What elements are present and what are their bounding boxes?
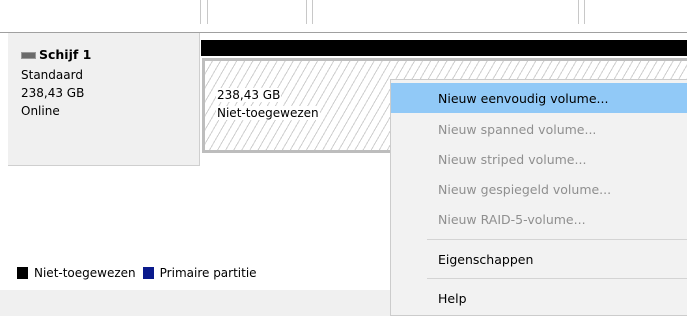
legend: Niet-toegewezen Primaire partitie: [0, 262, 390, 284]
volume-status: Niet-toegewezen: [216, 106, 320, 120]
previous-disk-row: [0, 0, 687, 33]
column-divider: [207, 0, 208, 24]
menu-item-label: Help: [438, 291, 467, 306]
menu-item-new-simple-volume[interactable]: Nieuw eenvoudig volume...: [391, 83, 687, 113]
disk-drive-icon: [21, 51, 36, 59]
menu-item-new-mirrored-volume[interactable]: Nieuw gespiegeld volume...: [391, 174, 687, 204]
menu-separator: [427, 239, 687, 240]
disk-size: 238,43 GB: [21, 86, 85, 100]
disk-status: Online: [21, 104, 60, 118]
menu-item-label: Nieuw gespiegeld volume...: [438, 182, 612, 197]
unallocated-swatch: [17, 267, 28, 279]
menu-item-new-raid5-volume[interactable]: Nieuw RAID-5-volume...: [391, 204, 687, 234]
column-divider: [306, 0, 307, 24]
disk-title: Schijf 1: [21, 47, 91, 62]
context-menu: Nieuw eenvoudig volume... Nieuw spanned …: [390, 79, 687, 316]
menu-item-help[interactable]: Help: [391, 283, 687, 313]
menu-item-label: Nieuw eenvoudig volume...: [438, 91, 609, 106]
menu-item-label: Eigenschappen: [438, 252, 534, 267]
column-divider: [578, 0, 579, 24]
disk-title-label: Schijf 1: [39, 47, 92, 62]
disk-info-box[interactable]: Schijf 1 Standaard 238,43 GB Online: [8, 33, 200, 166]
menu-item-new-spanned-volume[interactable]: Nieuw spanned volume...: [391, 114, 687, 144]
legend-primary-partition-label: Primaire partitie: [159, 266, 257, 280]
menu-item-new-striped-volume[interactable]: Nieuw striped volume...: [391, 144, 687, 174]
legend-unallocated-label: Niet-toegewezen: [34, 266, 136, 280]
volume-header-bar: [201, 40, 687, 56]
menu-item-label: Nieuw striped volume...: [438, 152, 587, 167]
column-divider: [200, 0, 201, 24]
disk-type: Standaard: [21, 68, 83, 82]
menu-item-properties[interactable]: Eigenschappen: [391, 244, 687, 274]
volume-size: 238,43 GB: [216, 88, 282, 102]
menu-separator: [427, 278, 687, 279]
menu-item-label: Nieuw RAID-5-volume...: [438, 212, 586, 227]
primary-partition-swatch: [142, 267, 154, 279]
column-divider: [312, 0, 313, 24]
menu-item-label: Nieuw spanned volume...: [438, 122, 597, 137]
column-divider: [584, 0, 585, 24]
